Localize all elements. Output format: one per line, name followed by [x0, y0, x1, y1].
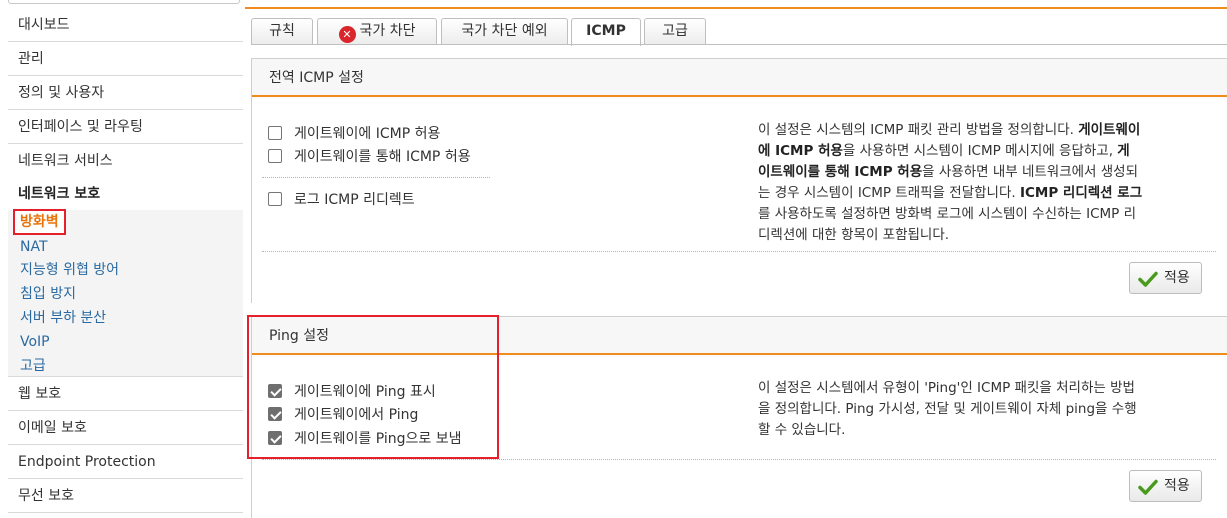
- apply-label: 적용: [1164, 270, 1190, 286]
- sidebar-item-wireless-protection[interactable]: 무선 보호: [8, 479, 243, 513]
- apply-label: 적용: [1164, 478, 1190, 494]
- top-accent-line: [245, 7, 1227, 9]
- check-icon: [1138, 271, 1158, 287]
- global-icmp-description: 이 설정은 시스템의 ICMP 패킷 관리 방법을 정의합니다. 게이트웨이 에…: [758, 122, 1143, 243]
- tab-rules[interactable]: 규칙: [251, 18, 313, 45]
- checkbox[interactable]: [268, 149, 282, 163]
- panel-header: 전역 ICMP 설정: [252, 59, 1227, 97]
- sidebar-sub-atp[interactable]: 지능형 위협 방어: [20, 259, 119, 281]
- option-label: 로그 ICMP 리디렉트: [294, 192, 415, 208]
- sidebar-sub-nat[interactable]: NAT: [20, 236, 48, 258]
- panel-body: 게이트웨이에 ICMP 허용 게이트웨이를 통해 ICMP 허용 로그 ICMP…: [252, 99, 1227, 303]
- option-separator: [262, 177, 490, 178]
- sidebar-sub-load-balancing[interactable]: 서버 부하 분산: [20, 307, 106, 329]
- sidebar-search-box[interactable]: [8, 0, 240, 4]
- sidebar-sub-firewall[interactable]: 방화벽: [13, 209, 66, 235]
- sidebar-item-network-services[interactable]: 네트워크 서비스: [8, 144, 243, 178]
- sidebar-item-web-protection[interactable]: 웹 보호: [8, 377, 243, 411]
- option-label: 게이트웨이를 통해 ICMP 허용: [294, 149, 471, 165]
- checkbox[interactable]: [268, 126, 282, 140]
- ping-description: 이 설정은 시스템에서 유형이 'Ping'인 ICMP 패킷을 처리하는 방법…: [758, 380, 1137, 438]
- option-allow-icmp-on-gateway[interactable]: 게이트웨이에 ICMP 허용: [268, 123, 440, 145]
- checkbox[interactable]: [268, 192, 282, 206]
- check-icon: [1138, 479, 1158, 495]
- sidebar-item-administration[interactable]: 관리: [8, 42, 243, 76]
- tab-label: ICMP: [586, 23, 626, 39]
- sidebar-sub-voip[interactable]: VoIP: [20, 331, 50, 353]
- panel-title: 전역 ICMP 설정: [269, 70, 364, 86]
- ping-settings-highlight: [247, 315, 499, 459]
- tab-label: 고급: [662, 23, 688, 39]
- footer-separator: [262, 459, 1216, 460]
- tab-country-blocking[interactable]: ✕ 국가 차단: [317, 18, 437, 45]
- tab-icmp[interactable]: ICMP: [571, 18, 641, 46]
- footer-separator: [262, 251, 1216, 252]
- sidebar-section-network-protection[interactable]: 네트워크 보호: [8, 177, 243, 211]
- close-icon: ✕: [338, 26, 356, 43]
- sidebar-item-dashboard[interactable]: 대시보드: [8, 8, 243, 42]
- tab-label: 규칙: [269, 23, 295, 39]
- sidebar-sub-ips[interactable]: 침입 방지: [20, 283, 76, 305]
- sidebar-item-interfaces-routing[interactable]: 인터페이스 및 라우팅: [8, 110, 243, 144]
- sidebar-sub-advanced[interactable]: 고급: [20, 355, 46, 377]
- apply-button[interactable]: 적용: [1129, 470, 1202, 502]
- option-label: 게이트웨이에 ICMP 허용: [294, 126, 441, 142]
- sidebar-item-endpoint-protection[interactable]: Endpoint Protection: [8, 445, 243, 479]
- apply-button[interactable]: 적용: [1129, 262, 1202, 294]
- option-allow-icmp-through-gateway[interactable]: 게이트웨이를 통해 ICMP 허용: [268, 146, 471, 168]
- tab-label: 국가 차단: [359, 23, 416, 39]
- option-log-icmp-redirects[interactable]: 로그 ICMP 리디렉트: [268, 189, 415, 211]
- sidebar-item-definitions-users[interactable]: 정의 및 사용자: [8, 76, 243, 110]
- tab-advanced[interactable]: 고급: [644, 18, 706, 45]
- sidebar: 대시보드 관리 정의 및 사용자 인터페이스 및 라우팅 네트워크 서비스 네트…: [0, 0, 243, 518]
- sidebar-item-email-protection[interactable]: 이메일 보호: [8, 411, 243, 445]
- global-icmp-panel: 전역 ICMP 설정 게이트웨이에 ICMP 허용 게이트웨이를 통해 ICMP…: [251, 58, 1227, 303]
- tab-country-blocking-exceptions[interactable]: 국가 차단 예외: [441, 18, 568, 45]
- tab-bar-border: [251, 44, 1227, 45]
- tab-label: 국가 차단 예외: [461, 23, 548, 39]
